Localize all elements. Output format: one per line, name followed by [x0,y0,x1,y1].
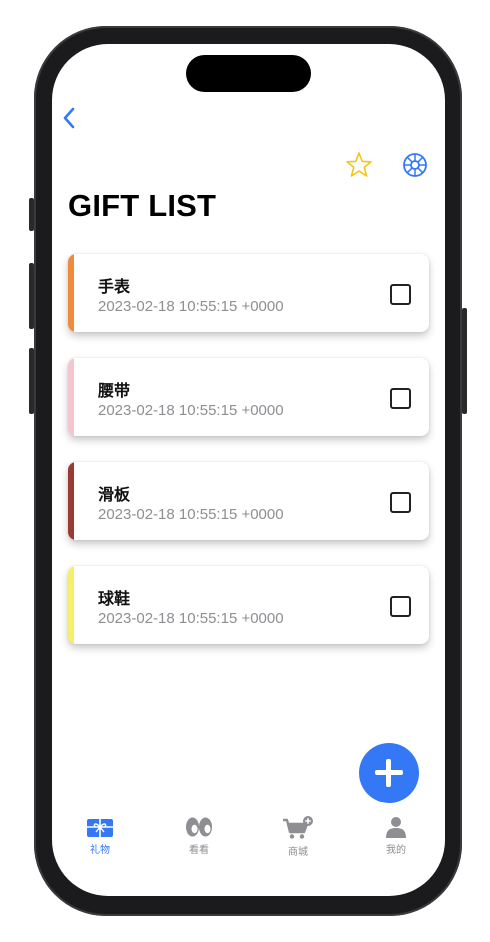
gift-checkbox[interactable] [390,492,411,513]
tab-bar: 礼物 看看 商城 我的 [52,814,445,896]
gift-name: 腰带 [98,381,131,400]
star-outline-icon [346,152,372,177]
gift-date: 2023-02-18 10:55:15 +0000 [98,506,284,523]
cart-icon [283,816,313,839]
tab-shop[interactable]: 商城 [258,816,338,858]
gift-card[interactable]: 手表 2023-02-18 10:55:15 +0000 [68,254,429,332]
tab-label: 我的 [386,845,406,856]
tab-label: 商城 [288,847,308,858]
gift-color-bar [68,254,74,332]
gift-color-bar [68,462,74,540]
gift-checkbox[interactable] [390,284,411,305]
eyes-icon [186,817,212,837]
gift-date: 2023-02-18 10:55:15 +0000 [98,610,284,627]
gift-color-bar [68,358,74,436]
add-gift-button[interactable] [359,743,419,803]
gift-date: 2023-02-18 10:55:15 +0000 [98,298,284,315]
gear-icon [403,153,427,177]
person-icon [386,817,406,838]
tab-label: 看看 [189,845,209,856]
chevron-left-icon [63,107,75,129]
back-button[interactable] [58,106,82,130]
gift-name: 手表 [98,277,131,296]
gift-card[interactable]: 球鞋 2023-02-18 10:55:15 +0000 [68,566,429,644]
tab-label: 礼物 [90,845,110,856]
gift-name: 球鞋 [98,589,131,608]
settings-button[interactable] [400,150,430,180]
tab-gifts[interactable]: 礼物 [60,816,140,856]
app-screen: GIFT LIST 手表 2023-02-18 10:55:15 +0000 腰… [52,44,445,896]
silent-switch [29,198,34,231]
gift-card[interactable]: 滑板 2023-02-18 10:55:15 +0000 [68,462,429,540]
volume-down-button [29,348,34,414]
gift-color-bar [68,566,74,644]
volume-up-button [29,263,34,329]
gift-checkbox[interactable] [390,596,411,617]
dynamic-island [186,55,311,92]
favorites-button[interactable] [344,150,374,180]
gift-list: 手表 2023-02-18 10:55:15 +0000 腰带 2023-02-… [68,254,429,670]
gift-date: 2023-02-18 10:55:15 +0000 [98,402,284,419]
page-title: GIFT LIST [68,188,217,223]
power-button [462,308,467,414]
gift-checkbox[interactable] [390,388,411,409]
gift-card[interactable]: 腰带 2023-02-18 10:55:15 +0000 [68,358,429,436]
tab-profile[interactable]: 我的 [356,816,436,856]
tab-browse[interactable]: 看看 [159,816,239,856]
gift-name: 滑板 [98,485,131,504]
gift-icon [87,819,113,837]
